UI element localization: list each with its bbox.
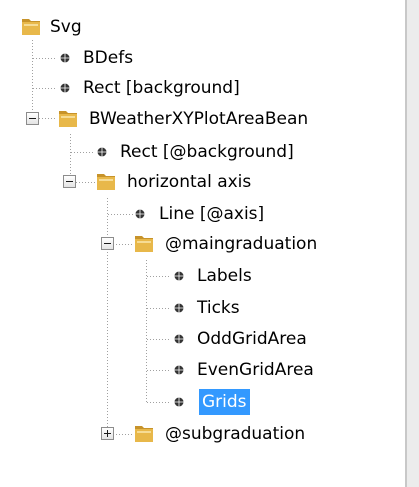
tree-node-rect-background[interactable]: Rect [background] [0, 73, 407, 103]
expand-toggle[interactable] [101, 427, 114, 440]
tree-node-label: @subgraduation [165, 424, 306, 444]
tree-node-labels[interactable]: Labels [0, 261, 407, 291]
collapse-toggle[interactable] [63, 175, 76, 188]
folder-icon [135, 426, 153, 442]
tree-node-label: BDefs [83, 48, 134, 68]
collapse-toggle[interactable] [26, 112, 39, 125]
node-dot-icon [60, 83, 70, 93]
tree-node-svg[interactable]: Svg [0, 12, 407, 42]
folder-icon [59, 111, 77, 127]
tree-node-ticks[interactable]: Ticks [0, 293, 407, 323]
tree-node-line-axis[interactable]: Line [@axis] [0, 199, 407, 229]
tree-node-label: BWeatherXYPlotAreaBean [89, 109, 309, 129]
tree-node-horizontal-axis[interactable]: horizontal axis [0, 167, 407, 197]
folder-icon [22, 19, 40, 35]
tree-node-oddgridarea[interactable]: OddGridArea [0, 324, 407, 354]
tree-node-grids[interactable]: Grids [0, 387, 407, 417]
tree-node-label: Line [@axis] [159, 204, 265, 224]
tree-node-label: Rect [background] [83, 78, 240, 98]
folder-icon [135, 236, 153, 252]
tree-node-label: Labels [197, 266, 252, 286]
tree-node-label: Svg [50, 17, 82, 37]
tree-node-label: Rect [@background] [120, 142, 294, 162]
tree-node-label-selected: Grids [199, 389, 250, 415]
tree-node-subgraduation[interactable]: @subgraduation [0, 419, 407, 449]
node-dot-icon [174, 303, 184, 313]
tree-node-rect-at-background[interactable]: Rect [@background] [0, 137, 407, 167]
tree-node-maingraduation[interactable]: @maingraduation [0, 229, 407, 259]
tree-node-label: EvenGridArea [197, 360, 314, 380]
node-dot-icon [174, 397, 184, 407]
node-dot-icon [97, 147, 107, 157]
node-dot-icon [174, 365, 184, 375]
tree-node-label: OddGridArea [197, 329, 307, 349]
node-dot-icon [174, 334, 184, 344]
node-dot-icon [135, 209, 145, 219]
collapse-toggle[interactable] [101, 237, 114, 250]
tree-view[interactable]: Svg BDefs Rect [background] BWeatherXYPl… [0, 0, 407, 487]
node-dot-icon [60, 53, 70, 63]
panel-edge [407, 0, 419, 487]
tree-node-label: @maingraduation [165, 234, 318, 254]
tree-node-label: horizontal axis [127, 172, 252, 192]
node-dot-icon [174, 271, 184, 281]
tree-node-evengridarea[interactable]: EvenGridArea [0, 355, 407, 385]
folder-icon [97, 174, 115, 190]
tree-node-bdefs[interactable]: BDefs [0, 43, 407, 73]
tree-node-label: Ticks [197, 298, 240, 318]
tree-node-bweatherxyplotareabean[interactable]: BWeatherXYPlotAreaBean [0, 104, 407, 134]
